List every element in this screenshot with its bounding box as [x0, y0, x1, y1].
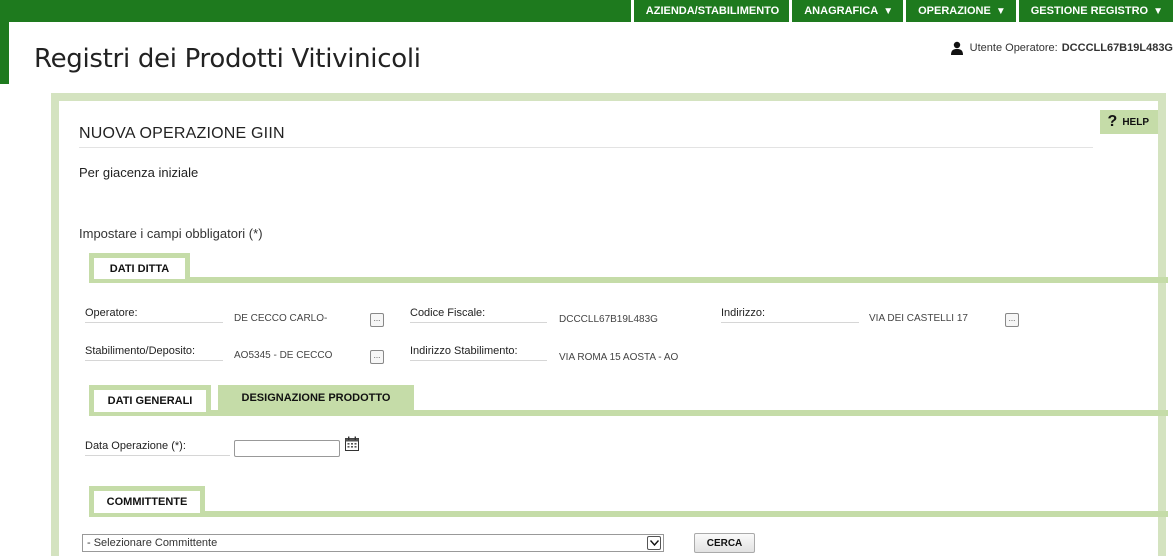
tab-label: DATI DITTA — [109, 262, 170, 275]
user-icon — [950, 41, 963, 55]
user-id: DCCCLL67B19L483G — [1061, 42, 1173, 54]
nav-item-label: ANAGRAFICA — [804, 5, 879, 17]
caret-down-icon: ▼ — [995, 5, 1006, 17]
operatore-lookup-button[interactable]: ... — [370, 313, 384, 327]
tab-committente[interactable]: COMMITTENTE — [89, 486, 205, 513]
tab-label: COMMITTENTE — [106, 496, 188, 508]
nav-azienda-stabilimento[interactable]: AZIENDA/STABILIMENTO — [630, 0, 789, 22]
indirizzo-stabilimento-label: Indirizzo Stabilimento: — [410, 345, 547, 361]
stabilimento-label: Stabilimento/Deposito: — [85, 345, 223, 361]
codice-fiscale-value: DCCCLL67B19L483G — [559, 314, 658, 325]
help-button[interactable]: ? HELP — [1099, 110, 1158, 134]
stabilimento-lookup-button[interactable]: ... — [370, 350, 384, 364]
tab-underline — [89, 511, 1168, 517]
tab-label: DATI GENERALI — [107, 395, 193, 407]
user-label: Utente Operatore: — [969, 42, 1058, 54]
chevron-down-icon — [647, 536, 661, 550]
codice-fiscale-label: Codice Fiscale: — [410, 307, 547, 323]
tab-underline — [89, 277, 1168, 283]
operatore-value: DE CECCO CARLO- — [234, 313, 328, 324]
help-icon: ? — [1107, 113, 1118, 130]
caret-down-icon: ▼ — [883, 5, 894, 17]
committente-select-value: - Selezionare Committente — [87, 537, 218, 549]
indirizzo-stabilimento-value: VIA ROMA 15 AOSTA - AO — [559, 352, 679, 363]
left-accent-stripe — [0, 22, 9, 84]
committente-select[interactable]: - Selezionare Committente — [82, 534, 664, 552]
app-title: Registri dei Prodotti Vitivinicoli — [34, 44, 421, 74]
operation-subtitle: Per giacenza iniziale — [79, 165, 199, 180]
indirizzo-label: Indirizzo: — [721, 307, 859, 323]
nav-gestione-registro[interactable]: GESTIONE REGISTRO ▼ — [1015, 0, 1173, 22]
data-operazione-label: Data Operazione (*): — [85, 440, 230, 456]
cerca-button[interactable]: CERCA — [694, 533, 755, 553]
indirizzo-lookup-button[interactable]: ... — [1005, 313, 1019, 327]
nav-item-label: GESTIONE REGISTRO — [1030, 5, 1149, 17]
stabilimento-value: AO5345 - DE CECCO — [234, 350, 333, 361]
help-label: HELP — [1122, 116, 1149, 128]
data-operazione-input[interactable] — [234, 440, 340, 457]
caret-down-icon: ▼ — [1153, 5, 1163, 17]
operation-title: NUOVA OPERAZIONE GIIN — [79, 125, 1093, 148]
nav-item-label: AZIENDA/STABILIMENTO — [645, 5, 780, 17]
tab-underline — [89, 410, 1168, 416]
nav-operazione[interactable]: OPERAZIONE ▼ — [903, 0, 1016, 22]
nav-anagrafica[interactable]: ANAGRAFICA ▼ — [789, 0, 903, 22]
tab-label: DESIGNAZIONE PRODOTTO — [241, 391, 391, 404]
required-fields-note: Impostare i campi obbligatori (*) — [79, 226, 263, 241]
indirizzo-value: VIA DEI CASTELLI 17 — [869, 313, 968, 324]
tab-designazione-prodotto[interactable]: DESIGNAZIONE PRODOTTO — [218, 385, 414, 410]
user-info: Utente Operatore: DCCCLL67B19L483G — [950, 41, 1173, 55]
operatore-label: Operatore: — [85, 307, 223, 323]
calendar-icon[interactable] — [344, 436, 360, 452]
top-nav: AZIENDA/STABILIMENTO ANAGRAFICA ▼ OPERAZ… — [630, 0, 1173, 22]
main-panel: ? HELP NUOVA OPERAZIONE GIIN Per giacenz… — [51, 93, 1168, 556]
tab-dati-generali[interactable]: DATI GENERALI — [89, 385, 211, 412]
tab-dati-ditta[interactable]: DATI DITTA — [89, 253, 190, 279]
nav-item-label: OPERAZIONE — [918, 5, 991, 17]
